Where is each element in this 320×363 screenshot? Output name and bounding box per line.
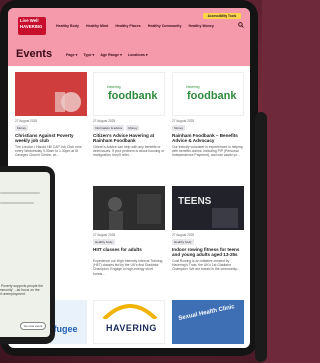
card-date: 27 August 2025 <box>15 119 38 123</box>
card-date: 27 August 2025 <box>172 233 195 237</box>
card-tags: Healthy body <box>172 239 194 245</box>
card-description: Experience our High Intensity Interval T… <box>93 259 163 276</box>
havering-logo: HAVERING <box>106 323 157 333</box>
card-date: 27 August 2025 <box>93 119 116 123</box>
card-title[interactable]: Christians Against Poverty weekly job cl… <box>15 133 87 144</box>
search-icon[interactable] <box>238 22 244 28</box>
card-description: The London • Harold Hill CAP Job Club ru… <box>15 145 82 158</box>
page-title: Events <box>16 48 53 60</box>
tag[interactable]: Healthy body <box>93 239 115 245</box>
card-tags: Healthy body <box>93 239 115 245</box>
site-header: Live Well HAVERING Healthy Body Healthy … <box>8 8 250 66</box>
card-image-havering[interactable]: HAVERING <box>93 300 165 344</box>
filter-page[interactable]: Page ▾ <box>66 53 77 57</box>
card-description: Cost Rowing is an initiative created by … <box>172 259 240 272</box>
accessibility-tools-button[interactable]: Accessibility Tools <box>203 13 241 19</box>
filter-bar: Page ▾ Type ▾ Age Range ▾ Locations ▾ <box>66 53 148 57</box>
overlapping-device-screen: ...r Poverty supports people the communi… <box>0 172 50 337</box>
foodbank-logo: foodbank <box>187 90 237 102</box>
placeholder-line <box>0 202 34 204</box>
card-title[interactable]: Indoor rowing fitness for teens and youn… <box>172 247 244 258</box>
card-image-clinic[interactable]: Sexual Health Clinic <box>172 300 244 344</box>
card-tags: Money <box>15 125 29 131</box>
card-description: Citizen's Advice can help with any benef… <box>93 145 165 158</box>
havering-arch-icon <box>102 304 158 321</box>
nav-item-healthy-places[interactable]: Healthy Places <box>115 24 140 28</box>
tag[interactable]: Money <box>172 125 186 131</box>
nav-item-healthy-body[interactable]: Healthy Body <box>56 24 79 28</box>
nav-item-healthy-money[interactable]: Healthy Money <box>188 24 213 28</box>
card-image-foodbank: Havering foodbank <box>172 72 244 116</box>
placeholder-line <box>0 192 40 194</box>
clinic-sign: Sexual Health Clinic <box>178 304 236 322</box>
main-nav: Healthy Body Healthy Mind Healthy Places… <box>56 24 214 28</box>
filter-locations[interactable]: Locations ▾ <box>128 53 148 57</box>
card-title[interactable]: HIIT classes for adults <box>93 247 165 252</box>
site-logo[interactable]: Live Well HAVERING <box>18 17 46 35</box>
svg-text:TEENS: TEENS <box>178 196 212 207</box>
card-tags: Money <box>172 125 186 131</box>
foodbank-logo-small-text: Havering <box>107 85 121 89</box>
overlapping-device-right <box>255 112 267 362</box>
overlapping-device-left: ...r Poverty supports people the communi… <box>0 166 55 344</box>
card-image-rowing: TEENS <box>172 186 244 230</box>
card-image-hiit <box>93 186 165 230</box>
side-panel-button[interactable]: Go now event <box>20 322 46 330</box>
tag[interactable]: Money <box>15 125 29 131</box>
tag[interactable]: Information & advice <box>93 125 125 131</box>
rowing-image: TEENS <box>172 186 244 230</box>
card-title[interactable]: Rainham Foodbank – Benefits Advice & Adv… <box>172 133 244 144</box>
card-date: 27 August 2025 <box>172 119 195 123</box>
logo-line2: HAVERING <box>20 23 43 29</box>
tag[interactable]: Healthy body <box>172 239 194 245</box>
side-panel-text: ...r Poverty supports people the communi… <box>0 284 44 297</box>
card-image-christians-against-poverty <box>15 72 87 116</box>
cap-image <box>15 72 87 116</box>
foodbank-logo-small-text: Havering <box>186 85 200 89</box>
filter-age-range[interactable]: Age Range ▾ <box>100 53 122 57</box>
nav-item-healthy-community[interactable]: Healthy Community <box>148 24 182 28</box>
card-title[interactable]: Citizen's Advice Havering at Rainham Foo… <box>93 133 165 144</box>
card-image-foodbank: Havering foodbank <box>93 72 165 116</box>
nav-item-healthy-mind[interactable]: Healthy Mind <box>86 24 108 28</box>
hiit-image <box>93 186 165 230</box>
card-description: Our friendly volunteer is experienced in… <box>172 145 243 158</box>
card-tags: Information & advice Money <box>93 125 140 131</box>
filter-type[interactable]: Type ▾ <box>83 53 94 57</box>
foodbank-logo: foodbank <box>108 90 158 102</box>
tag[interactable]: Money <box>126 125 140 131</box>
card-date: 27 August 2025 <box>93 233 116 237</box>
